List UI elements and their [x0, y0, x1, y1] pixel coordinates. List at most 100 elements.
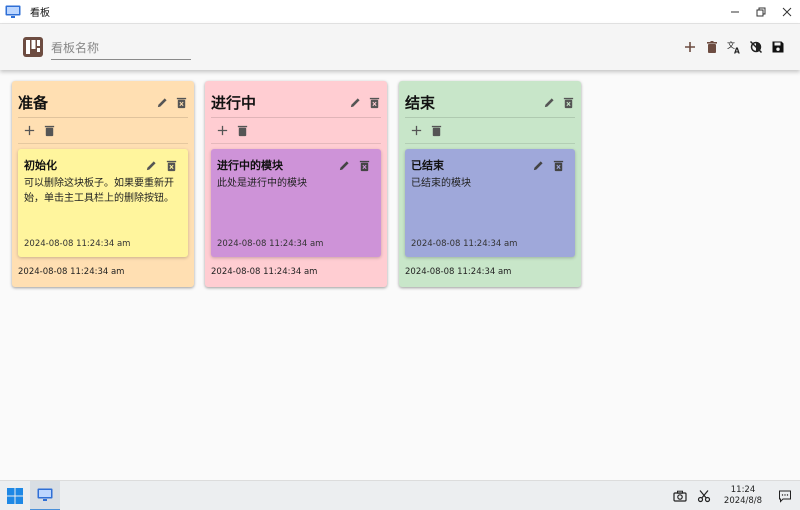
camera-icon — [673, 490, 687, 502]
add-card-button[interactable] — [22, 123, 36, 137]
restore-icon — [756, 7, 766, 16]
delete-box-icon — [359, 160, 369, 171]
save-button[interactable] — [770, 39, 786, 55]
translate-icon: 文 A — [727, 40, 740, 55]
pencil-icon — [350, 97, 360, 107]
column-title: 准备 — [18, 93, 49, 112]
card[interactable]: 已结束 已结束的模块 2024-08-08 11:24:34 am — [405, 149, 575, 257]
divider — [405, 117, 575, 118]
delete-box-icon — [369, 97, 379, 108]
clear-cards-button[interactable] — [429, 123, 443, 137]
trash-icon — [431, 125, 441, 136]
taskbar-app-kanban[interactable] — [30, 480, 60, 510]
kanban-board-icon — [23, 37, 43, 57]
delete-box-icon — [563, 97, 573, 108]
clock-time: 11:24 — [730, 484, 756, 495]
edit-column-button[interactable] — [542, 95, 556, 109]
add-card-button[interactable] — [409, 123, 423, 137]
clock-date: 2024/8/8 — [723, 495, 763, 506]
delete-column-button[interactable] — [174, 95, 188, 109]
plus-icon — [685, 42, 695, 52]
card-date: 2024-08-08 11:24:34 am — [411, 239, 518, 249]
pencil-icon — [146, 160, 156, 170]
card-title: 进行中的模块 — [217, 159, 283, 172]
start-button[interactable] — [0, 481, 30, 510]
card-body: 已结束的模块 — [411, 178, 471, 189]
add-column-button[interactable] — [682, 39, 698, 55]
edit-card-button[interactable] — [337, 158, 351, 172]
notification-icon — [779, 490, 791, 503]
column-in-progress: 进行中 进行中的模块 此处是进行中的模块 2024-08-08 11:24:34… — [205, 81, 387, 287]
windows-logo-icon — [7, 487, 23, 504]
minimize-button[interactable] — [722, 0, 748, 24]
trash-icon — [44, 125, 54, 136]
delete-card-button[interactable] — [551, 158, 565, 172]
column-title: 进行中 — [211, 93, 257, 112]
trash-icon — [707, 41, 717, 53]
window-titlebar: 看板 — [0, 0, 800, 24]
divider — [405, 143, 575, 144]
clear-cards-button[interactable] — [42, 123, 56, 137]
language-button[interactable]: 文 A — [726, 39, 742, 55]
column-date: 2024-08-08 11:24:34 am — [405, 267, 512, 277]
taskbar: 11:24 2024/8/8 — [0, 480, 800, 510]
board-name-field — [51, 34, 191, 60]
notification-button[interactable] — [770, 481, 800, 510]
plus-icon — [411, 125, 421, 135]
toolbar-actions: 文 A — [682, 39, 786, 55]
edit-card-button[interactable] — [531, 158, 545, 172]
trash-icon — [237, 125, 247, 136]
app-monitor-icon — [5, 5, 21, 18]
delete-column-button[interactable] — [367, 95, 381, 109]
scissors-icon — [697, 489, 711, 502]
column-done: 结束 已结束 已结束的模块 2024-08-08 11:24:34 am 202… — [399, 81, 581, 287]
delete-card-button[interactable] — [357, 158, 371, 172]
card-title: 已结束 — [411, 159, 444, 172]
plus-icon — [24, 125, 34, 135]
snip-button[interactable] — [692, 481, 716, 510]
column-header: 结束 — [405, 89, 575, 115]
delete-column-button[interactable] — [561, 95, 575, 109]
card[interactable]: 进行中的模块 此处是进行中的模块 2024-08-08 11:24:34 am — [211, 149, 381, 257]
restore-button[interactable] — [748, 0, 774, 24]
edit-column-button[interactable] — [348, 95, 362, 109]
divider — [211, 117, 381, 118]
delete-box-icon — [553, 160, 563, 171]
system-tray: 11:24 2024/8/8 — [668, 481, 800, 510]
taskbar-clock[interactable]: 11:24 2024/8/8 — [716, 485, 770, 507]
column-date: 2024-08-08 11:24:34 am — [18, 267, 125, 277]
add-card-button[interactable] — [215, 123, 229, 137]
screenshot-button[interactable] — [668, 481, 692, 510]
edit-card-button[interactable] — [144, 158, 158, 172]
app-toolbar: 文 A — [0, 24, 800, 70]
clear-cards-button[interactable] — [235, 123, 249, 137]
card-date: 2024-08-08 11:24:34 am — [24, 239, 131, 249]
column-header: 准备 — [18, 89, 188, 115]
pencil-icon — [533, 160, 543, 170]
theme-toggle-icon — [749, 40, 763, 54]
pencil-icon — [544, 97, 554, 107]
delete-board-button[interactable] — [704, 39, 720, 55]
card-date: 2024-08-08 11:24:34 am — [217, 239, 324, 249]
minimize-icon — [731, 11, 739, 12]
close-window-button[interactable] — [774, 0, 800, 24]
board-name-input[interactable] — [51, 41, 191, 59]
delete-card-button[interactable] — [164, 158, 178, 172]
svg-text:A: A — [734, 47, 740, 55]
card[interactable]: 初始化 可以删除这块板子。如果要重新开始，单击主工具栏上的删除按钮。 2024-… — [18, 149, 188, 257]
column-header: 进行中 — [211, 89, 381, 115]
column-date: 2024-08-08 11:24:34 am — [211, 267, 318, 277]
pencil-icon — [339, 160, 349, 170]
divider — [18, 143, 188, 144]
delete-box-icon — [176, 97, 186, 108]
plus-icon — [217, 125, 227, 135]
theme-toggle-button[interactable] — [748, 39, 764, 55]
window-title: 看板 — [30, 8, 50, 19]
close-icon — [782, 7, 792, 16]
edit-column-button[interactable] — [155, 95, 169, 109]
window-controls — [722, 0, 800, 24]
pencil-icon — [157, 97, 167, 107]
card-body: 此处是进行中的模块 — [217, 178, 307, 189]
divider — [211, 143, 381, 144]
card-title: 初始化 — [24, 159, 57, 172]
